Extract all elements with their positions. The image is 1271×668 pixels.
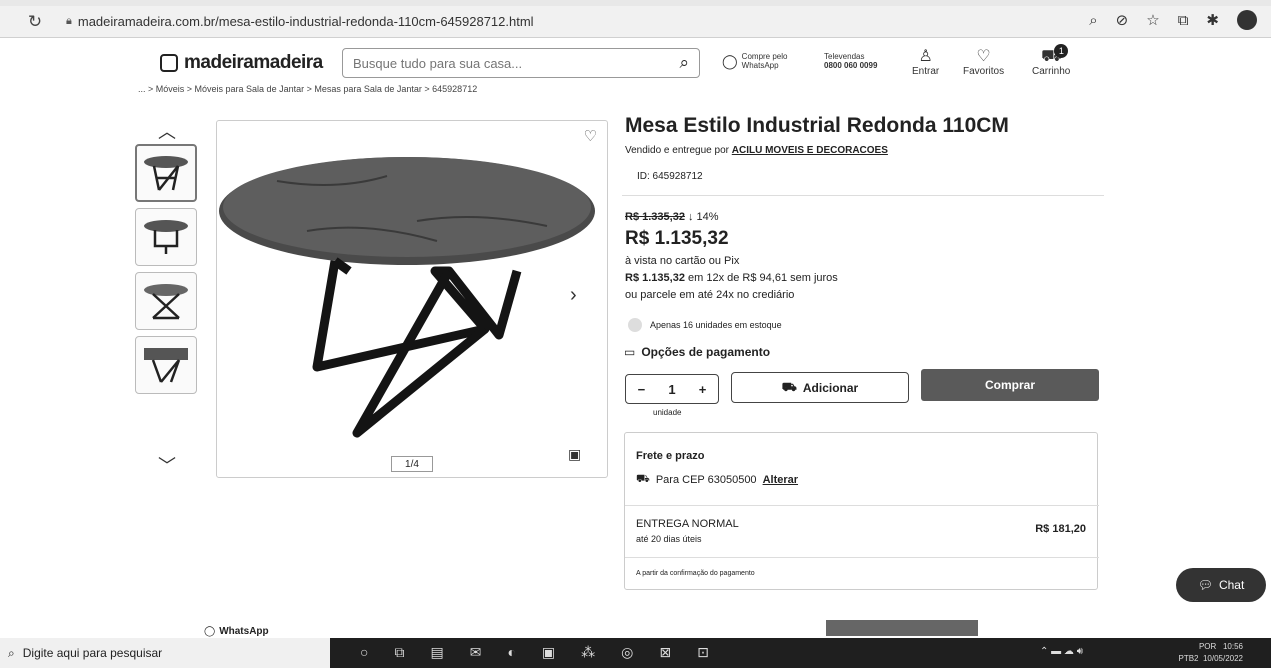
extension-icon[interactable]: ⧉ <box>1178 12 1189 29</box>
current-price: R$ 1.135,32 <box>625 228 729 249</box>
gallery-thumbnail[interactable] <box>135 336 197 394</box>
quantity-unit-label: unidade <box>653 408 682 417</box>
add-to-cart-button[interactable]: ⛟ Adicionar <box>731 372 909 403</box>
payment-cash-info: à vista no cartão ou Pix <box>625 255 740 267</box>
card-icon: ▭ <box>624 345 636 359</box>
puzzle-icon[interactable]: ✱ <box>1206 11 1219 29</box>
product-id: ID: 645928712 <box>637 171 703 182</box>
change-cep-link[interactable]: Alterar <box>763 474 798 486</box>
product-image <box>219 157 595 438</box>
chevron-right-icon[interactable]: › <box>570 284 577 307</box>
gallery-thumbnail[interactable] <box>135 272 197 330</box>
whatsapp-footer-link[interactable]: ◯ WhatsApp <box>204 626 269 637</box>
shipping-name: ENTREGA NORMAL <box>636 518 739 530</box>
bookmark-star-icon[interactable]: ☆ <box>1146 11 1159 29</box>
gallery-counter: 1/4 <box>391 456 433 472</box>
divider <box>622 195 1104 196</box>
whatsapp-icon: ◯ <box>204 626 216 637</box>
product-image-gallery[interactable]: ♡ <box>216 120 608 478</box>
windows-taskbar: ⌕ Digite aqui para pesquisar ○ ⧉ ▤ ✉ ◐ ▣… <box>0 638 1271 668</box>
heart-icon: ♡ <box>976 48 991 65</box>
chevron-up-icon[interactable]: ︿ <box>158 118 176 144</box>
cep-info: ⛟ Para CEP 63050500 Alterar <box>636 473 799 486</box>
divider <box>625 557 1099 558</box>
excel-icon[interactable]: ⊠ <box>659 644 671 661</box>
search-box[interactable]: ⌕ <box>342 48 700 78</box>
site-logo[interactable]: madeiramadeira <box>160 52 323 74</box>
installment-info: R$ 1.135,32 em 12x de R$ 94,61 sem juros <box>625 272 838 284</box>
search-icon: ⌕ <box>8 645 15 660</box>
seller-link[interactable]: ACILU MOVEIS E DECORACOES <box>732 145 888 156</box>
reload-icon[interactable]: ↻ <box>20 12 50 32</box>
quantity-minus-button[interactable]: − <box>638 382 646 397</box>
task-view-icon[interactable]: ⧉ <box>394 644 404 661</box>
truck-icon: ⛟ <box>636 473 650 485</box>
old-price: R$ 1.335,32 ↓ 14% <box>625 211 719 223</box>
footer-block <box>826 620 978 636</box>
word-icon[interactable]: ⊡ <box>697 644 709 661</box>
profile-avatar[interactable] <box>1237 10 1257 30</box>
cortana-icon[interactable]: ○ <box>360 644 368 661</box>
cart-button[interactable]: ⛟ 1 Carrinho <box>1032 44 1070 77</box>
search-icon[interactable]: ⌕ <box>679 53 689 73</box>
chevron-down-icon[interactable]: ﹀ <box>158 452 176 478</box>
gallery-thumbnail[interactable] <box>135 208 197 266</box>
logo-text: madeiramadeira <box>184 52 323 73</box>
browser-address-bar: ↻ 🔒︎ madeiramadeira.com.br/mesa-estilo-i… <box>0 6 1271 38</box>
credit-info: ou parcele em até 24x no crediário <box>625 289 795 301</box>
logo-icon <box>160 54 178 72</box>
mail-icon[interactable]: ✉ <box>470 644 482 661</box>
image-zoom-icon[interactable]: ▣ <box>568 446 581 463</box>
share-icon[interactable]: ⊘ <box>1116 11 1129 29</box>
gallery-thumbnail[interactable] <box>135 144 197 202</box>
whatsapp-icon: ◯ <box>722 52 738 69</box>
freight-title: Frete e prazo <box>636 450 705 462</box>
buy-button[interactable]: Comprar <box>921 369 1099 401</box>
quantity-plus-button[interactable]: + <box>699 382 707 397</box>
search-input[interactable] <box>353 55 680 71</box>
taskbar-clock[interactable]: POR 10:56 PTB2 10/05/2022 <box>1178 641 1243 665</box>
user-icon: ♙ <box>918 48 933 65</box>
browser-icon[interactable]: ◐ <box>507 644 515 661</box>
cart-icon: ⛟ <box>781 379 797 394</box>
chrome-icon[interactable]: ◎ <box>621 644 633 661</box>
product-title: Mesa Estilo Industrial Redonda 110CM <box>625 114 1009 137</box>
app-icon[interactable]: ⁂ <box>581 644 595 661</box>
favorites-button[interactable]: ♡ Favoritos <box>963 48 1004 77</box>
url-text[interactable]: madeiramadeira.com.br/mesa-estilo-indust… <box>78 14 534 29</box>
seller-info: Vendido e entregue por ACILU MOVEIS E DE… <box>625 145 888 156</box>
site-header: madeiramadeira ⌕ ◯ Compre peloWhatsApp T… <box>0 38 1271 88</box>
lock-icon[interactable]: 🔒︎ <box>66 15 72 28</box>
taskbar-icons: ○ ⧉ ▤ ✉ ◐ ▣ ⁂ ◎ ⊠ ⊡ <box>360 644 709 661</box>
store-icon[interactable]: ▣ <box>542 644 555 661</box>
quantity-stepper[interactable]: − 1 + <box>625 374 719 404</box>
file-explorer-icon[interactable]: ▤ <box>430 644 443 661</box>
taskbar-search[interactable]: ⌕ Digite aqui para pesquisar <box>0 638 330 668</box>
stock-icon <box>628 318 642 332</box>
browser-toolbar-icons: ⌕ ⊘ ☆ ⧉ ✱ <box>1089 10 1257 30</box>
breadcrumb[interactable]: ... > Móveis > Móveis para Sala de Janta… <box>138 84 477 94</box>
whatsapp-link[interactable]: ◯ Compre pelo WhatsApp <box>722 52 787 70</box>
search-icon[interactable]: ⌕ <box>1089 12 1097 29</box>
discount-badge: ↓ 14% <box>688 211 719 223</box>
chat-button[interactable]: 💬︎ Chat <box>1176 568 1266 602</box>
chat-icon: 💬︎ <box>1197 578 1213 592</box>
divider <box>625 505 1099 506</box>
shipping-time: até 20 dias úteis <box>636 534 702 544</box>
quantity-value[interactable]: 1 <box>668 382 675 397</box>
televendas-link[interactable]: Televendas 0800 060 0099 <box>824 52 877 70</box>
shipping-price: R$ 181,20 <box>1035 523 1086 535</box>
freight-panel: Frete e prazo ⛟ Para CEP 63050500 Altera… <box>624 432 1099 590</box>
login-button[interactable]: ♙ Entrar <box>912 48 939 77</box>
payment-options-link[interactable]: ▭ Opções de pagamento <box>624 345 770 359</box>
shipping-note: A partir da confirmação do pagamento <box>636 570 755 577</box>
system-tray-icons[interactable]: ⌃ ▬ ☁ 🔊︎ <box>1040 646 1083 657</box>
stock-info: Apenas 16 unidades em estoque <box>628 318 782 332</box>
